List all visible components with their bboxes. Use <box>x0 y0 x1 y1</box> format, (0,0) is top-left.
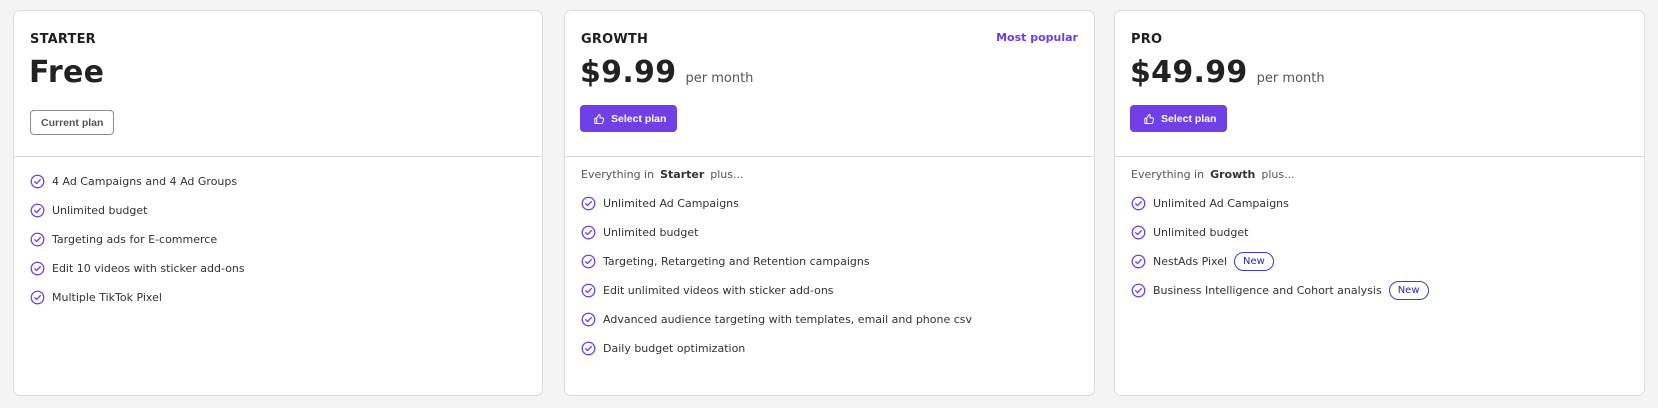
intro-prefix: Everything in <box>581 168 655 181</box>
feature-item: 4 Ad Campaigns and 4 Ad Groups <box>30 167 526 196</box>
feature-text: Targeting ads for E-commerce <box>52 233 218 246</box>
feature-text: Daily budget optimization <box>603 342 746 355</box>
plan-price: $49.99 <box>1130 55 1248 90</box>
plan-card-starter: STARTER Free Current plan 4 Ad Campaigns… <box>13 10 543 396</box>
plan-price: Free <box>29 55 105 90</box>
most-popular-badge: Most popular <box>996 31 1078 44</box>
check-circle-icon <box>30 232 45 247</box>
feature-item: NestAds Pixel New <box>1131 247 1628 276</box>
feature-item: Edit unlimited videos with sticker add-o… <box>581 276 1078 305</box>
feature-text: Multiple TikTok Pixel <box>52 291 162 304</box>
check-circle-icon <box>30 174 45 189</box>
feature-text: Unlimited budget <box>1153 226 1249 239</box>
price-period: per month <box>1256 71 1325 86</box>
feature-list: 4 Ad Campaigns and 4 Ad Groups Unlimited… <box>30 167 526 312</box>
feature-text: Unlimited budget <box>603 226 699 239</box>
price-row: $9.99 per month <box>580 55 753 90</box>
feature-item: Targeting ads for E-commerce <box>30 225 526 254</box>
intro-suffix: plus... <box>710 168 744 181</box>
feature-list: Everything in Starter plus... Unlimited … <box>581 160 1078 363</box>
intro-plan: Growth <box>1210 168 1256 181</box>
check-circle-icon <box>30 290 45 305</box>
price-row: Free <box>29 55 104 90</box>
check-circle-icon <box>581 312 596 327</box>
feature-intro: Everything in Starter plus... <box>581 160 1078 189</box>
select-plan-label: Select plan <box>611 112 667 125</box>
plan-card-pro: PRO $49.99 per month Select plan Everyth… <box>1114 10 1645 396</box>
check-circle-icon <box>581 196 596 211</box>
plan-header: PRO $49.99 per month Select plan <box>1115 11 1644 157</box>
plan-price: $9.99 <box>580 55 677 90</box>
plan-header: GROWTH Most popular $9.99 per month Sele… <box>565 11 1094 157</box>
feature-intro: Everything in Growth plus... <box>1131 160 1628 189</box>
new-badge: New <box>1234 252 1274 271</box>
feature-item: Unlimited budget <box>581 218 1078 247</box>
feature-item: Unlimited budget <box>1131 218 1628 247</box>
plan-header: STARTER Free Current plan <box>14 11 542 157</box>
price-row: $49.99 per month <box>1130 55 1325 90</box>
intro-suffix: plus... <box>1261 168 1295 181</box>
plan-card-growth: GROWTH Most popular $9.99 per month Sele… <box>564 10 1095 396</box>
feature-item: Unlimited Ad Campaigns <box>581 189 1078 218</box>
check-circle-icon <box>581 283 596 298</box>
feature-item: Daily budget optimization <box>581 334 1078 363</box>
feature-text: Edit unlimited videos with sticker add-o… <box>603 284 834 297</box>
feature-text: Business Intelligence and Cohort analysi… <box>1153 284 1382 297</box>
feature-list: Everything in Growth plus... Unlimited A… <box>1131 160 1628 305</box>
check-circle-icon <box>581 225 596 240</box>
feature-item: Unlimited Ad Campaigns <box>1131 189 1628 218</box>
feature-text: 4 Ad Campaigns and 4 Ad Groups <box>52 175 238 188</box>
price-period: per month <box>685 71 754 86</box>
feature-text: Unlimited Ad Campaigns <box>1153 197 1289 210</box>
feature-text: Unlimited Ad Campaigns <box>603 197 739 210</box>
check-circle-icon <box>1131 254 1146 269</box>
feature-item: Unlimited budget <box>30 196 526 225</box>
thumbs-up-icon <box>1144 113 1155 124</box>
feature-text: Edit 10 videos with sticker add-ons <box>52 262 245 275</box>
select-plan-label: Select plan <box>1161 112 1217 125</box>
feature-item: Targeting, Retargeting and Retention cam… <box>581 247 1078 276</box>
intro-prefix: Everything in <box>1131 168 1205 181</box>
feature-text: Targeting, Retargeting and Retention cam… <box>603 255 870 268</box>
check-circle-icon <box>1131 283 1146 298</box>
check-circle-icon <box>1131 225 1146 240</box>
select-plan-button[interactable]: Select plan <box>580 105 678 132</box>
check-circle-icon <box>30 261 45 276</box>
select-plan-button[interactable]: Select plan <box>1130 105 1228 132</box>
thumbs-up-icon <box>594 113 605 124</box>
feature-item: Business Intelligence and Cohort analysi… <box>1131 276 1628 305</box>
feature-text: NestAds Pixel <box>1153 255 1228 268</box>
feature-text: Advanced audience targeting with templat… <box>603 313 973 326</box>
check-circle-icon <box>581 341 596 356</box>
feature-item: Multiple TikTok Pixel <box>30 283 526 312</box>
check-circle-icon <box>30 203 45 218</box>
plan-name: STARTER <box>30 32 96 47</box>
feature-text: Unlimited budget <box>52 204 148 217</box>
check-circle-icon <box>581 254 596 269</box>
plan-name: PRO <box>1131 32 1163 47</box>
check-circle-icon <box>1131 196 1146 211</box>
plan-name: GROWTH <box>581 32 649 47</box>
intro-plan: Starter <box>660 168 705 181</box>
feature-item: Edit 10 videos with sticker add-ons <box>30 254 526 283</box>
new-badge: New <box>1388 281 1429 300</box>
current-plan-button[interactable]: Current plan <box>30 110 115 135</box>
feature-item: Advanced audience targeting with templat… <box>581 305 1078 334</box>
